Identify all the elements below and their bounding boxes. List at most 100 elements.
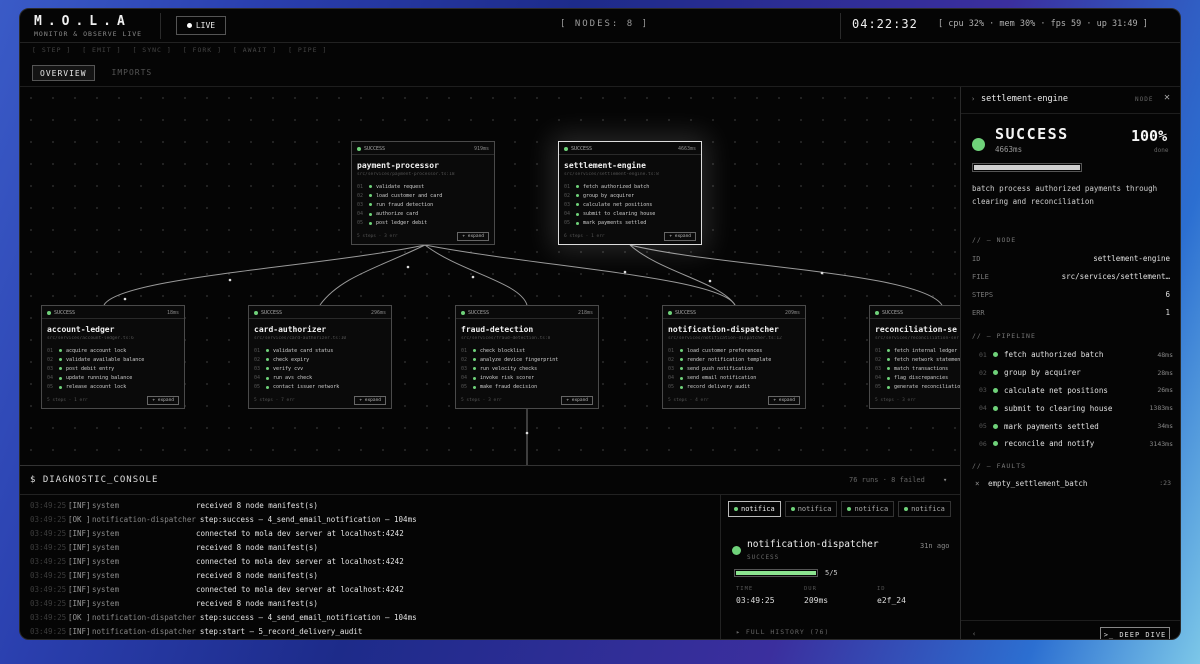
node-duration: 218ms [577,310,593,316]
node-duration: 296ms [370,310,386,316]
step-number: 02 [564,192,571,199]
log-source: system [92,542,120,552]
node-steps: 01 validate request 02 load customer and ca… [357,182,442,228]
node-step: 01 fetch authorized batch [564,182,655,191]
node-status-label: SUCCESS [54,310,76,316]
tab-imports[interactable]: IMPORTS [105,65,160,81]
pipeline-step[interactable]: 01 fetch authorized batch 48ms [979,346,1175,364]
system-stats: [ cpu 32% · mem 30% · fps 59 · up 31:49 … [938,19,1148,29]
chevron-down-icon[interactable]: ▾ [943,476,947,484]
step-number: 01 [254,347,261,354]
full-history-toggle[interactable]: ▸ FULL HISTORY (76) [736,628,829,636]
pipeline-step-time: 3143ms [1149,439,1173,448]
step-label: check expiry [273,356,310,363]
node-name: fraud-detection [461,325,534,334]
top-bar: M.O.L.A MONITOR & OBSERVE LIVE LIVE [ NO… [20,9,1180,43]
expand-button[interactable]: + expand [457,232,489,241]
status-dot-icon [993,423,998,429]
node-step: 05 record delivery audit [668,383,771,392]
pipeline-step[interactable]: 03 calculate net positions 26ms [979,382,1175,400]
log-message: connected to mola dev server at localhos… [196,528,404,538]
graph-node-fraud-detection[interactable]: SUCCESS 218ms fraud-detection src/servic… [455,305,599,409]
log-row: 03:49:25 [OK ] notification-dispatcher step… [30,610,417,624]
node-path: src/services/reconciliation-ser [875,336,959,341]
step-label: run fraud detection [376,201,434,208]
pipeline-step[interactable]: 04 submit to clearing house 1383ms [979,399,1175,417]
pipeline-step[interactable]: 05 mark payments settled 34ms [979,417,1175,435]
crumb-pipe[interactable]: [ PIPE ] [288,46,327,54]
pipeline-step[interactable]: 02 group by acquirer 28ms [979,364,1175,382]
log-level: [INF] [68,500,91,510]
pipeline-step-time: 34ms [1157,422,1173,431]
expand-button[interactable]: + expand [768,396,800,405]
breadcrumb: [ STEP ] [ EMIT ] [ SYNC ] [ FORK ] [ AW… [32,46,333,54]
graph-node-settlement-engine[interactable]: SUCCESS 4663ms settlement-engine src/ser… [558,141,702,245]
step-number: 01 [461,347,468,354]
detail-tab[interactable]: notifica [841,501,895,517]
pipeline-step-number: 02 [979,368,987,377]
step-label: validate request [376,183,425,190]
graph-node-notification-dispatcher[interactable]: SUCCESS 209ms notification-dispatcher sr… [662,305,806,409]
node-duration: 18ms [166,310,179,316]
tab-overview[interactable]: OVERVIEW [32,65,95,81]
crumb-fork[interactable]: [ FORK ] [183,46,222,54]
node-status: SUCCESS [47,310,75,316]
status-dot-icon [59,385,62,389]
chevron-left-icon[interactable]: ‹ [972,630,976,638]
app-window: M.O.L.A MONITOR & OBSERVE LIVE LIVE [ NO… [19,8,1181,640]
graph-node-payment-processor[interactable]: SUCCESS 919ms payment-processor src/serv… [351,141,495,245]
status-dot-icon [680,376,683,380]
status-dot-icon [972,138,985,151]
status-dot-icon [887,358,890,362]
node-section-header: // — NODE [972,236,1017,244]
chevron-right-icon[interactable]: › [971,95,975,103]
node-status-label: SUCCESS [261,310,283,316]
deep-dive-button[interactable]: >_ DEEP DIVE [1100,627,1170,639]
expand-button[interactable]: + expand [354,396,386,405]
graph-canvas[interactable]: SUCCESS 919ms payment-processor src/serv… [20,87,960,465]
status-dot-icon [266,367,269,371]
pipeline-step-number: 05 [979,422,987,431]
time-value: 03:49:25 [736,596,775,605]
live-button[interactable]: LIVE [176,16,226,35]
step-label: make fraud decision [480,384,538,391]
log-level: [OK ] [68,514,91,524]
node-status: SUCCESS [461,310,489,316]
pipeline-step[interactable]: 06 reconcile and notify 3143ms [979,435,1175,453]
graph-node-reconciliation-se[interactable]: SUCCESS reconciliation-se src/services/r… [869,305,960,409]
fault-item[interactable]: × empty_settlement_batch :23 [975,479,1171,488]
pipeline-step-time: 28ms [1157,368,1173,377]
crumb-step[interactable]: [ STEP ] [32,46,71,54]
detail-tab[interactable]: notifica [784,501,838,517]
crumb-await[interactable]: [ AWAIT ] [233,46,277,54]
log-source: system [92,500,120,510]
expand-button[interactable]: + expand [664,232,696,241]
node-steps: 01 check blocklist 02 analyze device finger… [461,346,558,392]
expand-button[interactable]: + expand [147,396,179,405]
status-dot-icon [266,385,269,389]
graph-node-card-authorizer[interactable]: SUCCESS 296ms card-authorizer src/servic… [248,305,392,409]
status-dot-icon [369,221,372,225]
close-icon[interactable]: ✕ [1164,92,1170,103]
node-step: 04 update running balance [47,374,144,383]
expand-button[interactable]: + expand [561,396,593,405]
step-number: 05 [875,384,882,391]
detail-tab[interactable]: notifica [898,501,951,517]
crumb-sync[interactable]: [ SYNC ] [132,46,171,54]
status-dot-icon [680,385,683,389]
divider [160,13,161,39]
log-message: received 8 node manifest(s) [196,542,318,552]
diagnostic-console: $ DIAGNOSTIC_CONSOLE 76 runs · 8 failed … [20,465,960,639]
status-dot-icon [576,185,579,189]
status-dot-icon [668,311,672,315]
crumb-emit[interactable]: [ EMIT ] [82,46,121,54]
status-dot-icon [59,376,62,380]
log-time: 03:49:25 [30,626,67,636]
graph-node-account-ledger[interactable]: SUCCESS 18ms account-ledger src/services… [41,305,185,409]
detail-tab[interactable]: notifica [728,501,781,517]
node-step: 02 load customer and card [357,191,442,200]
pipeline-step-time: 1383ms [1149,404,1173,413]
node-path: src/services/notification-dispatcher.ts:… [668,336,782,341]
node-path: src/services/fraud-detection.ts:8 [461,336,551,341]
status-dot-icon [993,387,998,393]
